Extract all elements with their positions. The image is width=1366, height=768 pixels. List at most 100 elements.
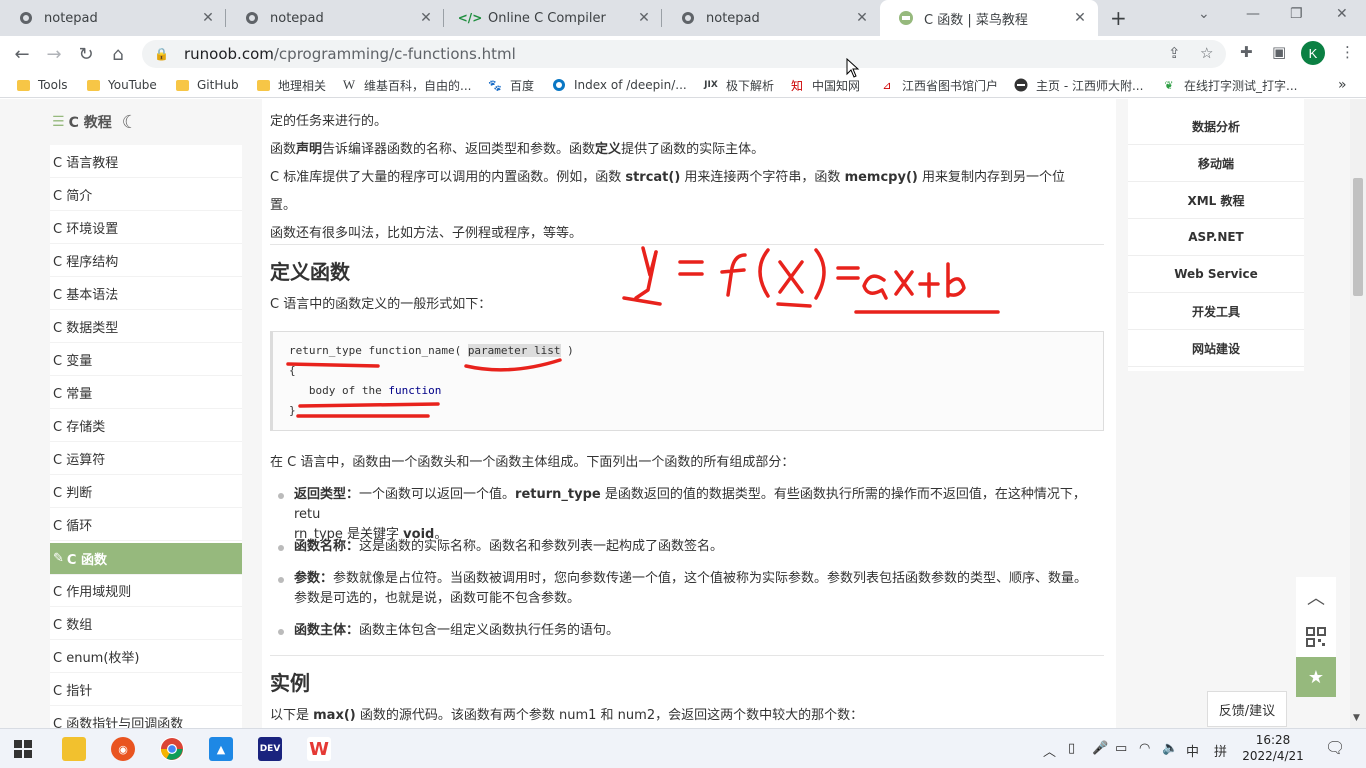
tab-notepad-2[interactable]: notepad ✕ [226, 0, 444, 36]
bookmark-typing-test[interactable]: ❦ 在线打字测试_打字... [1162, 75, 1297, 95]
paragraph: 定的任务来进行的。 [270, 114, 388, 129]
photos-icon[interactable]: ▲ [209, 737, 233, 761]
tray-chevron-icon[interactable]: ︿ [1043, 741, 1056, 760]
tab-c-functions[interactable]: C 函数 | 菜鸟教程 ✕ [880, 0, 1098, 36]
bookmark-jxnu[interactable]: 主页 - 江西师大附... [1014, 75, 1143, 95]
address-bar[interactable]: 🔒 runoob.com/cprogramming/c-functions.ht… [142, 40, 1226, 68]
dark-mode-moon-icon[interactable]: ☾ [122, 112, 138, 133]
right-menu-item[interactable]: ASP.NET [1128, 219, 1304, 256]
ime-mode[interactable]: 中 [1186, 741, 1199, 760]
sidebar-item[interactable]: C 循环 [50, 508, 242, 541]
paragraph: 在 C 语言中，函数由一个函数头和一个函数主体组成。下面列出一个函数的所有组成部… [270, 455, 795, 470]
sidebar-item[interactable]: C 变量 [50, 343, 242, 376]
window-close-button[interactable]: ✕ [1336, 6, 1348, 22]
right-menu-item[interactable]: Web Service [1128, 256, 1304, 293]
sidebar-item[interactable]: C 作用域规则 [50, 574, 242, 607]
sidebar-item[interactable]: C 数组 [50, 607, 242, 640]
bookmark-star-icon[interactable]: ☆ [1200, 44, 1213, 62]
battery-icon[interactable]: ▭ [1115, 741, 1127, 756]
qr-code-icon[interactable] [1296, 617, 1336, 657]
right-menu-item[interactable]: 移动端 [1128, 145, 1304, 182]
sidebar-item[interactable]: C 指针 [50, 673, 242, 706]
sidebar-item[interactable]: C enum(枚举) [50, 640, 242, 673]
sidebar-item[interactable]: C 基本语法 [50, 277, 242, 310]
restore-button[interactable]: ❐ [1290, 6, 1303, 22]
file-explorer-icon[interactable] [62, 737, 86, 761]
ubuntu-icon[interactable]: ◉ [111, 737, 135, 761]
dev-cpp-icon[interactable]: DEV [258, 737, 282, 761]
bookmark-baidu[interactable]: 🐾 百度 [488, 75, 534, 95]
mouse-cursor-icon [846, 58, 860, 78]
scrollbar-thumb[interactable] [1353, 178, 1363, 296]
bookmark-wikipedia[interactable]: W 维基百科，自由的... [342, 75, 472, 95]
sidebar-item[interactable]: C 简介 [50, 178, 242, 211]
sidebar-item[interactable]: C 常量 [50, 376, 242, 409]
sidebar-item[interactable]: C 数据类型 [50, 310, 242, 343]
sidebar-item[interactable]: C 环境设置 [50, 211, 242, 244]
bookmark-tools[interactable]: Tools [16, 75, 68, 95]
sidebar-item[interactable]: C 存储类 [50, 409, 242, 442]
close-icon[interactable]: ✕ [854, 10, 870, 26]
sidebar-item[interactable]: C 判断 [50, 475, 242, 508]
bookmark-cnki[interactable]: 知中国知网 [790, 75, 860, 95]
profile-avatar[interactable]: K [1301, 41, 1325, 65]
right-menu-item[interactable]: 数据分析 [1128, 108, 1304, 145]
system-clock[interactable]: 16:28 2022/4/21 [1240, 732, 1306, 764]
bookmarks-overflow-icon[interactable]: » [1338, 75, 1347, 95]
microphone-icon[interactable]: 🎤 [1092, 741, 1108, 756]
bookmark-deepin[interactable]: Index of /deepin/... [552, 75, 687, 95]
close-icon[interactable]: ✕ [418, 10, 434, 26]
reload-button[interactable]: ↻ [74, 42, 98, 66]
sidebar-item[interactable]: C 程序结构 [50, 244, 242, 277]
bookmark-jiangxi-library[interactable]: ⊿ 江西省图书馆门户 [880, 75, 998, 95]
close-icon[interactable]: ✕ [636, 10, 652, 26]
scroll-down-arrow-icon[interactable]: ▼ [1353, 713, 1360, 723]
wps-icon[interactable]: W [307, 737, 331, 761]
notification-center-icon[interactable]: 🗨 [1325, 738, 1345, 757]
new-tab-button[interactable]: + [1110, 6, 1127, 30]
close-icon[interactable]: ✕ [1072, 10, 1088, 26]
code-line: { [289, 364, 296, 377]
globe-icon [244, 10, 260, 26]
back-button[interactable]: ← [10, 42, 34, 66]
back-to-top-button[interactable]: ︿ [1296, 577, 1336, 617]
volume-icon[interactable]: 🔈 [1162, 741, 1178, 756]
folder-icon [16, 78, 30, 92]
feedback-button[interactable]: 反馈/建议 [1207, 691, 1287, 727]
minimize-button[interactable]: — [1246, 6, 1260, 22]
jixia-icon: JIX [704, 80, 718, 90]
bookmark-github[interactable]: GitHub [175, 75, 239, 95]
home-button[interactable]: ⌂ [106, 42, 130, 66]
right-menu-item[interactable]: 开发工具 [1128, 293, 1304, 330]
code-line: } [289, 404, 296, 417]
tab-notepad-1[interactable]: notepad ✕ [0, 0, 226, 36]
bookmark-jixia[interactable]: JIX 极下解析 [704, 75, 774, 95]
bookmark-geography[interactable]: 地理相关 [256, 75, 326, 95]
sidebar-item[interactable]: C 运算符 [50, 442, 242, 475]
favorite-star-button[interactable]: ★ [1296, 657, 1336, 697]
section-heading-example: 实例 [270, 671, 310, 695]
usb-icon[interactable]: ▯ [1068, 741, 1075, 756]
tab-search-icon[interactable]: ⌄ [1198, 6, 1210, 22]
tab-online-c-compiler[interactable]: </> Online C Compiler ✕ [444, 0, 662, 36]
windows-start-icon[interactable] [14, 740, 32, 762]
close-icon[interactable]: ✕ [200, 10, 216, 26]
ime-pinyin[interactable]: 拼 [1214, 741, 1227, 760]
bookmark-youtube[interactable]: YouTube [86, 75, 157, 95]
chrome-icon[interactable] [160, 737, 184, 761]
cnki-icon: 知 [790, 78, 803, 93]
wifi-icon[interactable]: ◠ [1139, 741, 1150, 756]
menu-icon[interactable]: ⋮ [1340, 43, 1355, 61]
right-menu-item[interactable]: XML 教程 [1128, 182, 1304, 219]
bookmarks-bar: Tools YouTube GitHub 地理相关 W 维基百科，自由的... 🐾… [0, 72, 1366, 98]
sidebar-item-active[interactable]: ✎ C 函数 [50, 543, 242, 575]
sidebar-item[interactable]: C 语言教程 [50, 145, 242, 178]
library-icon: ⊿ [882, 78, 892, 92]
right-menu-item[interactable]: 网站建设 [1128, 330, 1304, 367]
tab-notepad-3[interactable]: notepad ✕ [662, 0, 880, 36]
share-icon[interactable]: ⇪ [1168, 44, 1181, 62]
extensions-icon[interactable]: ✚ [1240, 43, 1253, 61]
tab-strip: notepad ✕ notepad ✕ </> Online C Compile… [0, 0, 1366, 36]
side-panel-icon[interactable]: ▣ [1272, 43, 1286, 61]
forward-button[interactable]: → [42, 42, 66, 66]
